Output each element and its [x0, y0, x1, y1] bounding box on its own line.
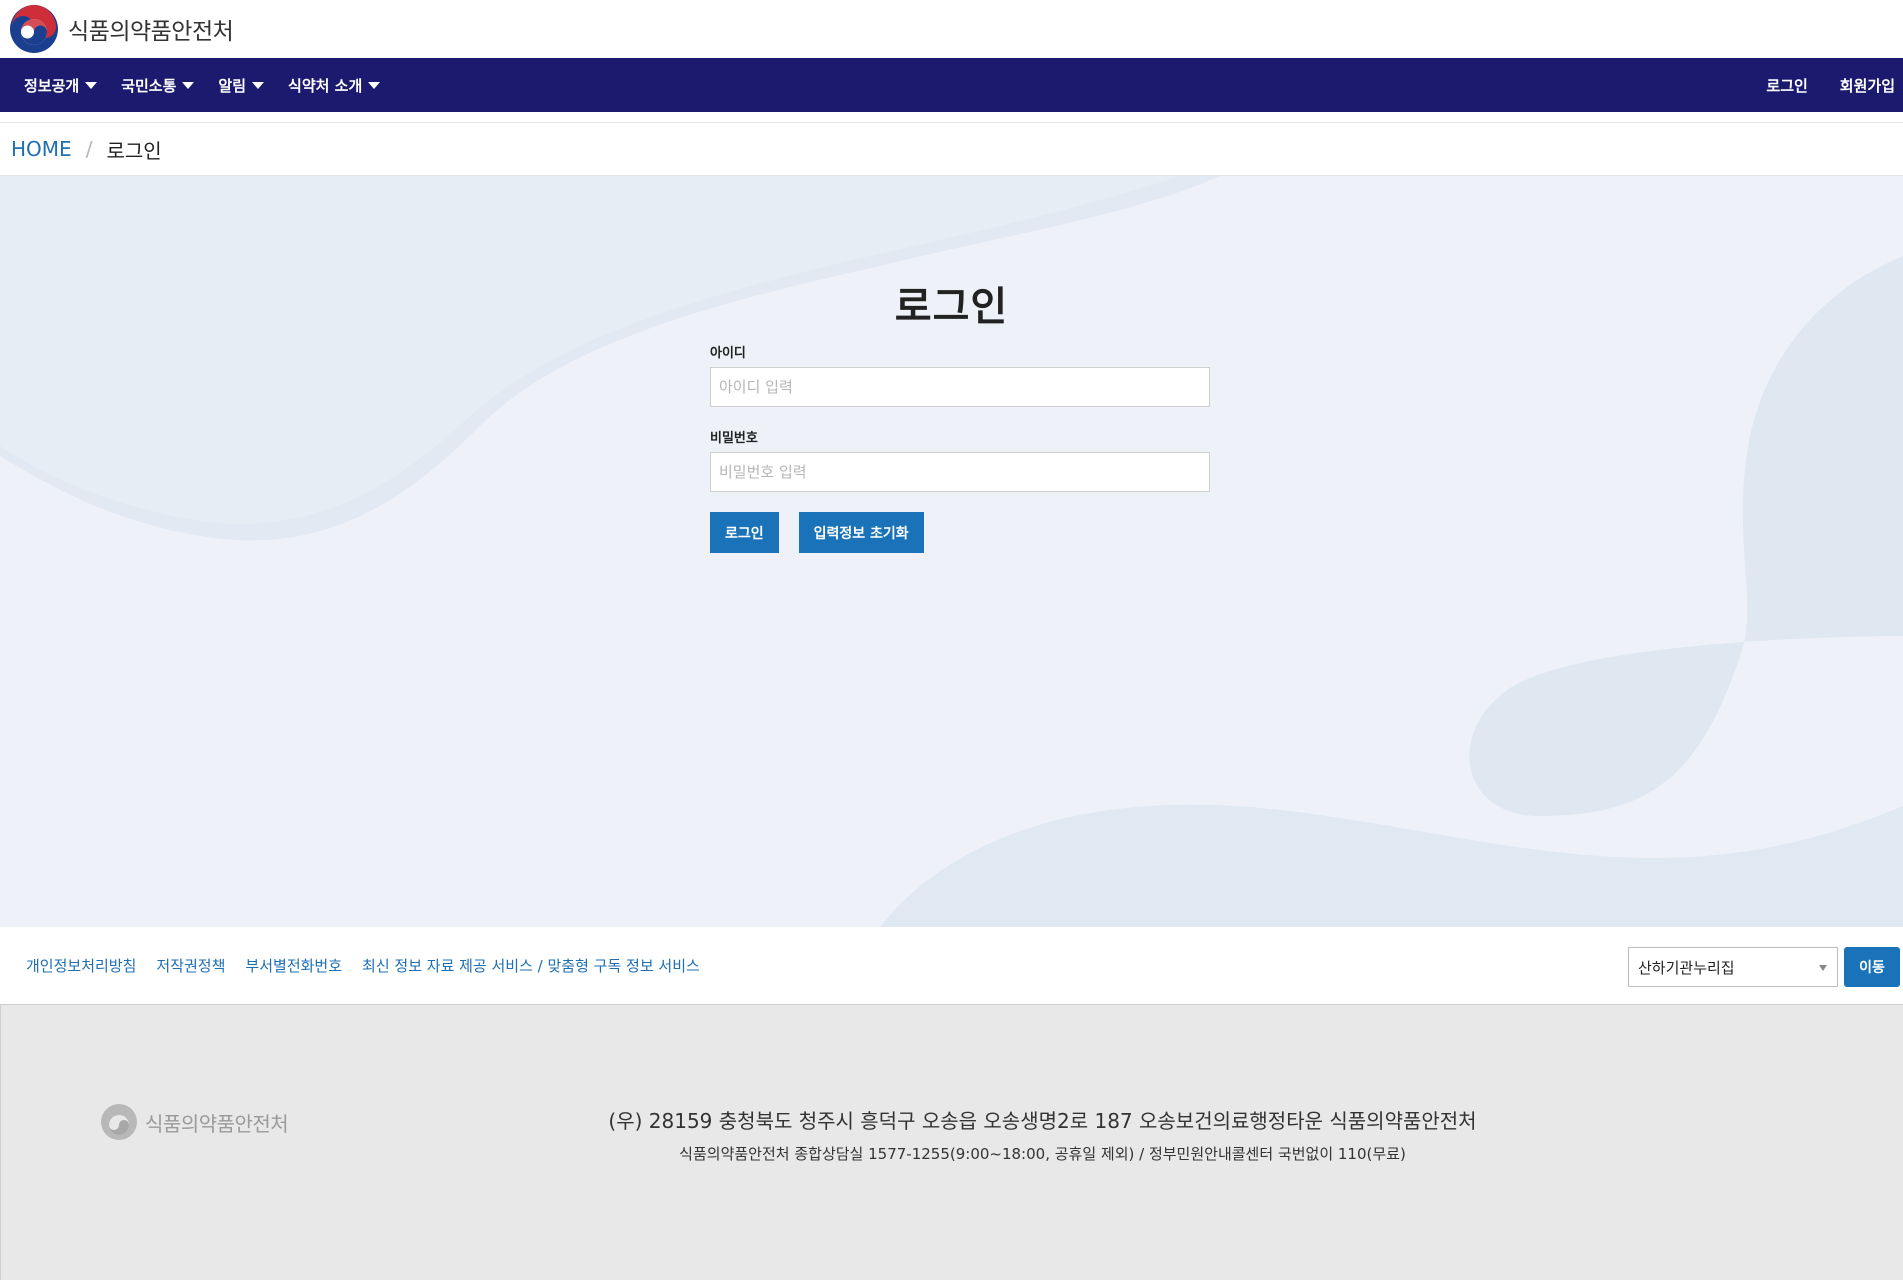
chevron-down-icon [1819, 965, 1827, 971]
main-navbar: 정보공개 국민소통 알림 식약처 소개 로그인 회원가입 [0, 58, 1903, 112]
footer-link-subscription[interactable]: 최신 정보 자료 제공 서비스 / 맞춤형 구독 정보 서비스 [362, 955, 700, 976]
nav-item-label: 알림 [218, 76, 247, 95]
footer-contact: 식품의약품안전처 종합상담실 1577-1255(9:00~18:00, 공휴일… [679, 1145, 1406, 1163]
main-menu: 정보공개 국민소통 알림 식약처 소개 [0, 75, 381, 96]
taegeuk-logo-icon [10, 5, 58, 53]
login-title: 로그인 [894, 284, 1009, 330]
id-field-group: 아이디 [710, 342, 1210, 407]
nav-signup-link[interactable]: 회원가입 [1840, 75, 1895, 96]
login-button[interactable]: 로그인 [710, 512, 779, 553]
top-header: 식품의약품안전처 [0, 0, 1903, 58]
caret-down-icon [85, 81, 98, 89]
login-section: 로그인 아이디 비밀번호 로그인 입력정보 초기화 [0, 176, 1903, 927]
affiliate-site-select-value: 산하기관누리집 [1638, 958, 1735, 977]
breadcrumb-current: 로그인 [106, 138, 162, 163]
nav-item-label: 식약처 소개 [288, 76, 363, 95]
id-label: 아이디 [710, 346, 746, 361]
footer-link-list: 개인정보처리방침 저작권정책 부서별전화번호 최신 정보 자료 제공 서비스 /… [26, 955, 700, 976]
login-form: 아이디 비밀번호 로그인 입력정보 초기화 [710, 342, 1210, 553]
user-menu: 로그인 회원가입 [1766, 75, 1903, 96]
login-button-row: 로그인 입력정보 초기화 [710, 512, 1210, 553]
nav-login-link[interactable]: 로그인 [1766, 75, 1807, 96]
nav-item-about[interactable]: 식약처 소개 [288, 75, 381, 96]
password-field-group: 비밀번호 [710, 427, 1210, 492]
footer-links-bar: 개인정보처리방침 저작권정책 부서별전화번호 최신 정보 자료 제공 서비스 /… [0, 927, 1903, 1005]
breadcrumb: HOME / 로그인 [0, 122, 1903, 176]
password-input[interactable] [710, 452, 1210, 492]
breadcrumb-home-link[interactable]: HOME [11, 137, 72, 161]
footer-link-copyright[interactable]: 저작권정책 [156, 955, 225, 976]
breadcrumb-separator: / [85, 137, 93, 161]
caret-down-icon [368, 81, 381, 89]
footer-address: (우) 28159 충청북도 청주시 흥덕구 오송읍 오송생명2로 187 오송… [608, 1109, 1477, 1133]
nav-item-label: 국민소통 [121, 76, 177, 95]
password-label: 비밀번호 [710, 431, 758, 446]
nav-item-label: 정보공개 [24, 76, 80, 95]
caret-down-icon [182, 81, 195, 89]
reset-button[interactable]: 입력정보 초기화 [798, 512, 924, 553]
id-input[interactable] [710, 367, 1210, 407]
nav-item-notice[interactable]: 알림 [218, 75, 265, 96]
site-logo[interactable]: 식품의약품안전처 [8, 3, 234, 55]
footer-info: 식품의약품안전처 (우) 28159 충청북도 청주시 흥덕구 오송읍 오송생명… [0, 1005, 1903, 1280]
nav-item-public-communication[interactable]: 국민소통 [121, 75, 195, 96]
site-logo-text: 식품의약품안전처 [68, 19, 234, 45]
footer-link-phonebook[interactable]: 부서별전화번호 [245, 955, 342, 976]
caret-down-icon [252, 81, 265, 89]
footer-link-privacy[interactable]: 개인정보처리방침 [26, 955, 136, 976]
affiliate-site-select[interactable]: 산하기관누리집 [1628, 947, 1838, 987]
nav-item-info-disclosure[interactable]: 정보공개 [24, 75, 98, 96]
go-button[interactable]: 이동 [1844, 947, 1900, 987]
